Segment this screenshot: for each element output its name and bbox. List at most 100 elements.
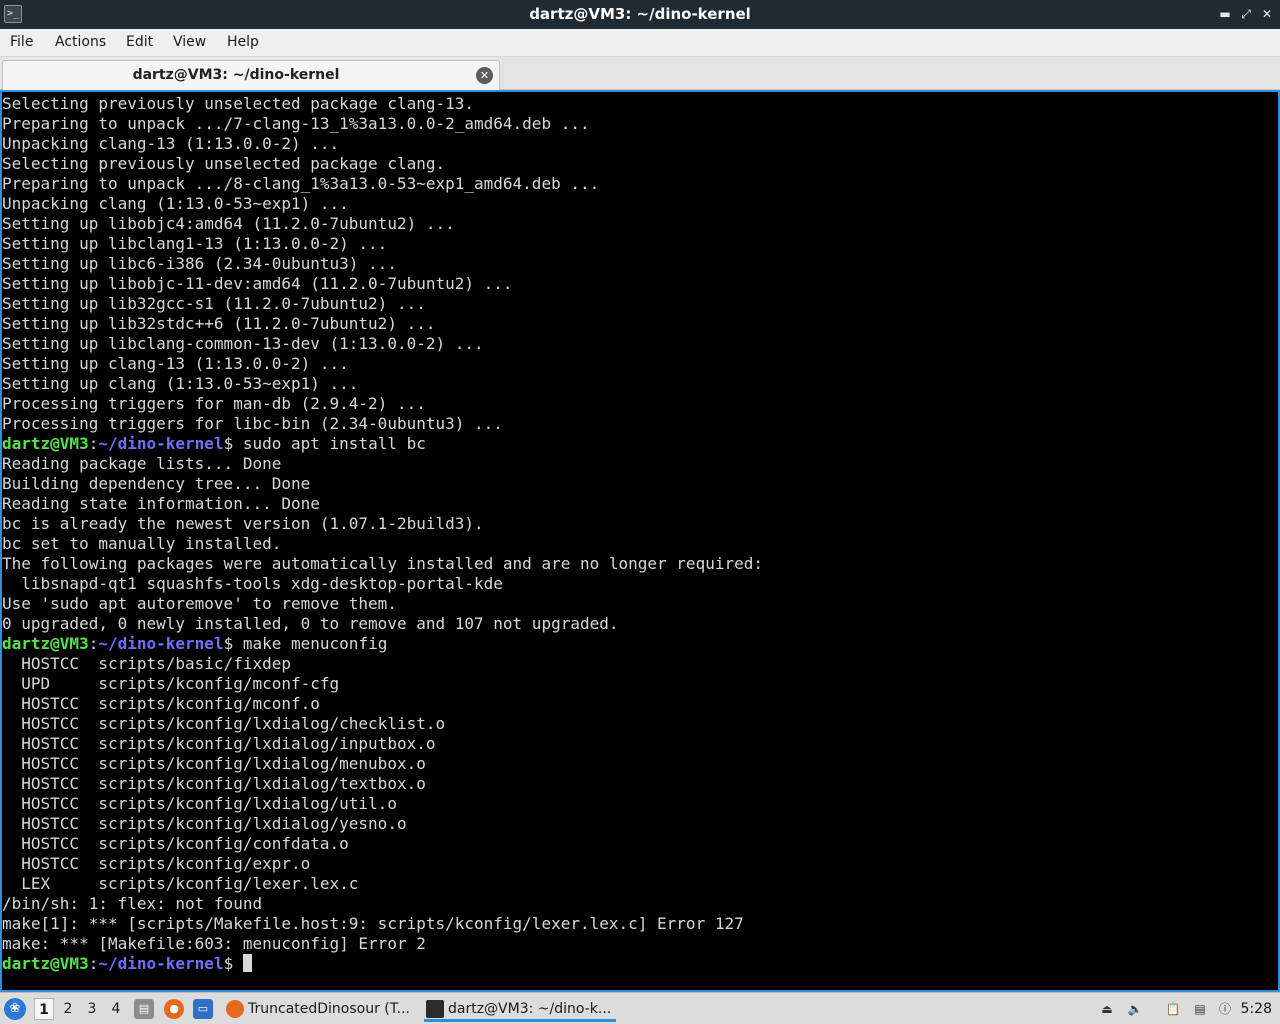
line-text: bc set to manually installed.: [2, 534, 282, 553]
terminal-line: make: *** [Makefile:603: menuconfig] Err…: [2, 934, 763, 954]
line-text: HOSTCC scripts/kconfig/lxdialog/checklis…: [2, 714, 446, 733]
line-text: bc is already the newest version (1.07.1…: [2, 514, 484, 533]
terminal-line: Setting up clang-13 (1:13.0.0-2) ...: [2, 354, 763, 374]
terminal-line: /bin/sh: 1: flex: not found: [2, 894, 763, 914]
line-text: Reading state information... Done: [2, 494, 320, 513]
line-text: HOSTCC scripts/kconfig/expr.o: [2, 854, 311, 873]
line-text: HOSTCC scripts/basic/fixdep: [2, 654, 291, 673]
line-text: libsnapd-qt1 squashfs-tools xdg-desktop-…: [2, 574, 503, 593]
maximize-icon[interactable]: ⤢: [1238, 6, 1254, 22]
menu-edit[interactable]: Edit: [126, 34, 153, 50]
line-text: Selecting previously unselected package …: [2, 154, 446, 173]
terminal-line: Setting up libobjc-11-dev:amd64 (11.2.0-…: [2, 274, 763, 294]
terminal-area[interactable]: Selecting previously unselected package …: [0, 90, 1280, 992]
tab-label: dartz@VM3: ~/dino-kernel: [132, 67, 340, 83]
line-text: Setting up libobjc-11-dev:amd64 (11.2.0-…: [2, 274, 513, 293]
terminal-line: bc is already the newest version (1.07.1…: [2, 514, 763, 534]
close-icon[interactable]: ✕: [1259, 6, 1275, 22]
terminal-line: Setting up libobjc4:amd64 (11.2.0-7ubunt…: [2, 214, 763, 234]
terminal-line: libsnapd-qt1 squashfs-tools xdg-desktop-…: [2, 574, 763, 594]
terminal-prompt-line: dartz@VM3:~/dino-kernel$ make menuconfig: [2, 634, 763, 654]
network-icon[interactable]: ▤: [1191, 1000, 1209, 1018]
terminal-prompt-line: dartz@VM3:~/dino-kernel$ sudo apt instal…: [2, 434, 763, 454]
terminal-line: HOSTCC scripts/kconfig/lxdialog/textbox.…: [2, 774, 763, 794]
task-firefox[interactable]: TruncatedDinosour (T...: [224, 996, 420, 1022]
terminal-icon: [426, 1000, 444, 1018]
line-text: Unpacking clang (1:13.0-53~exp1) ...: [2, 194, 349, 213]
update-notifier-icon[interactable]: ⓘ: [1216, 1000, 1234, 1018]
task-terminal[interactable]: dartz@VM3: ~/dino-k...: [424, 996, 616, 1022]
prompt-path: ~/dino-kernel: [98, 634, 224, 653]
line-text: Setting up lib32gcc-s1 (11.2.0-7ubuntu2)…: [2, 294, 426, 313]
terminal-line: Selecting previously unselected package …: [2, 154, 763, 174]
firefox-icon: [226, 1000, 244, 1018]
line-text: $ make menuconfig: [223, 634, 388, 653]
terminal-line: Reading package lists... Done: [2, 454, 763, 474]
line-text: Setting up libclang1-13 (1:13.0.0-2) ...: [2, 234, 388, 253]
terminal-line: LEX scripts/kconfig/lexer.lex.c: [2, 874, 763, 894]
terminal-line: HOSTCC scripts/kconfig/lxdialog/inputbox…: [2, 734, 763, 754]
terminal-line: HOSTCC scripts/kconfig/expr.o: [2, 854, 763, 874]
window-title: dartz@VM3: ~/dino-kernel: [529, 5, 751, 23]
line-text: LEX scripts/kconfig/lexer.lex.c: [2, 874, 359, 893]
lubuntu-menu-icon[interactable]: ❀: [4, 998, 26, 1020]
terminal-line: HOSTCC scripts/kconfig/lxdialog/util.o: [2, 794, 763, 814]
minimize-icon[interactable]: ▬: [1217, 6, 1233, 22]
line-text: Building dependency tree... Done: [2, 474, 311, 493]
menu-bar: File Actions Edit View Help: [0, 29, 1280, 57]
line-text: make[1]: *** [scripts/Makefile.host:9: s…: [2, 914, 744, 933]
volume-icon[interactable]: 🔈: [1126, 1000, 1144, 1018]
workspace-3[interactable]: 3: [82, 998, 102, 1020]
line-text: HOSTCC scripts/kconfig/lxdialog/util.o: [2, 794, 397, 813]
firefox-icon[interactable]: ●: [164, 999, 184, 1019]
line-text: Unpacking clang-13 (1:13.0.0-2) ...: [2, 134, 340, 153]
line-text: Setting up clang (1:13.0-53~exp1) ...: [2, 374, 359, 393]
prompt-user: dartz@VM3: [2, 634, 89, 653]
line-text: HOSTCC scripts/kconfig/mconf.o: [2, 694, 320, 713]
line-text: /bin/sh: 1: flex: not found: [2, 894, 263, 913]
line-text: Setting up libobjc4:amd64 (11.2.0-7ubunt…: [2, 214, 455, 233]
line-text: The following packages were automaticall…: [2, 554, 763, 573]
menu-help[interactable]: Help: [227, 34, 259, 50]
file-manager-icon[interactable]: ▤: [134, 999, 154, 1019]
terminal-line: bc set to manually installed.: [2, 534, 763, 554]
line-text: 0 upgraded, 0 newly installed, 0 to remo…: [2, 614, 619, 633]
menu-view[interactable]: View: [173, 34, 206, 50]
terminal-line: HOSTCC scripts/kconfig/lxdialog/checklis…: [2, 714, 763, 734]
prompt-path: ~/dino-kernel: [98, 434, 224, 453]
terminal-line: 0 upgraded, 0 newly installed, 0 to remo…: [2, 614, 763, 634]
line-text: Preparing to unpack .../8-clang_1%3a13.0…: [2, 174, 600, 193]
terminal-line: Setting up libc6-i386 (2.34-0ubuntu3) ..…: [2, 254, 763, 274]
menu-file[interactable]: File: [10, 34, 33, 50]
prompt-user: dartz@VM3: [2, 434, 89, 453]
terminal-line: HOSTCC scripts/kconfig/mconf.o: [2, 694, 763, 714]
workspace-4[interactable]: 4: [106, 998, 126, 1020]
workspace-2[interactable]: 2: [58, 998, 78, 1020]
terminal-line: HOSTCC scripts/kconfig/lxdialog/menubox.…: [2, 754, 763, 774]
terminal-line: Processing triggers for man-db (2.9.4-2)…: [2, 394, 763, 414]
terminal-line: Setting up lib32gcc-s1 (11.2.0-7ubuntu2)…: [2, 294, 763, 314]
terminal-line: Setting up libclang-common-13-dev (1:13.…: [2, 334, 763, 354]
removable-drive-icon[interactable]: ⏏: [1098, 1000, 1116, 1018]
menu-actions[interactable]: Actions: [55, 34, 106, 50]
line-text: Preparing to unpack .../7-clang-13_1%3a1…: [2, 114, 590, 133]
desktop-icon[interactable]: ▭: [193, 999, 213, 1019]
terminal-line: UPD scripts/kconfig/mconf-cfg: [2, 674, 763, 694]
clipboard-icon[interactable]: 📋: [1164, 1000, 1182, 1018]
line-text: HOSTCC scripts/kconfig/confdata.o: [2, 834, 349, 853]
tab-terminal[interactable]: dartz@VM3: ~/dino-kernel ✕: [2, 60, 500, 90]
terminal-line: HOSTCC scripts/kconfig/lxdialog/yesno.o: [2, 814, 763, 834]
terminal-line: Unpacking clang (1:13.0-53~exp1) ...: [2, 194, 763, 214]
line-text: Selecting previously unselected package …: [2, 94, 475, 113]
terminal-line: HOSTCC scripts/basic/fixdep: [2, 654, 763, 674]
workspace-1[interactable]: 1: [34, 998, 54, 1020]
terminal-line: Reading state information... Done: [2, 494, 763, 514]
terminal-line: Building dependency tree... Done: [2, 474, 763, 494]
text-cursor: [242, 954, 252, 972]
line-text: HOSTCC scripts/kconfig/lxdialog/yesno.o: [2, 814, 407, 833]
close-tab-icon[interactable]: ✕: [476, 67, 493, 84]
line-text: HOSTCC scripts/kconfig/lxdialog/menubox.…: [2, 754, 426, 773]
prompt-separator: :: [88, 954, 99, 973]
task-label: dartz@VM3: ~/dino-k...: [448, 1001, 612, 1017]
clock[interactable]: 5:28: [1241, 993, 1272, 1024]
